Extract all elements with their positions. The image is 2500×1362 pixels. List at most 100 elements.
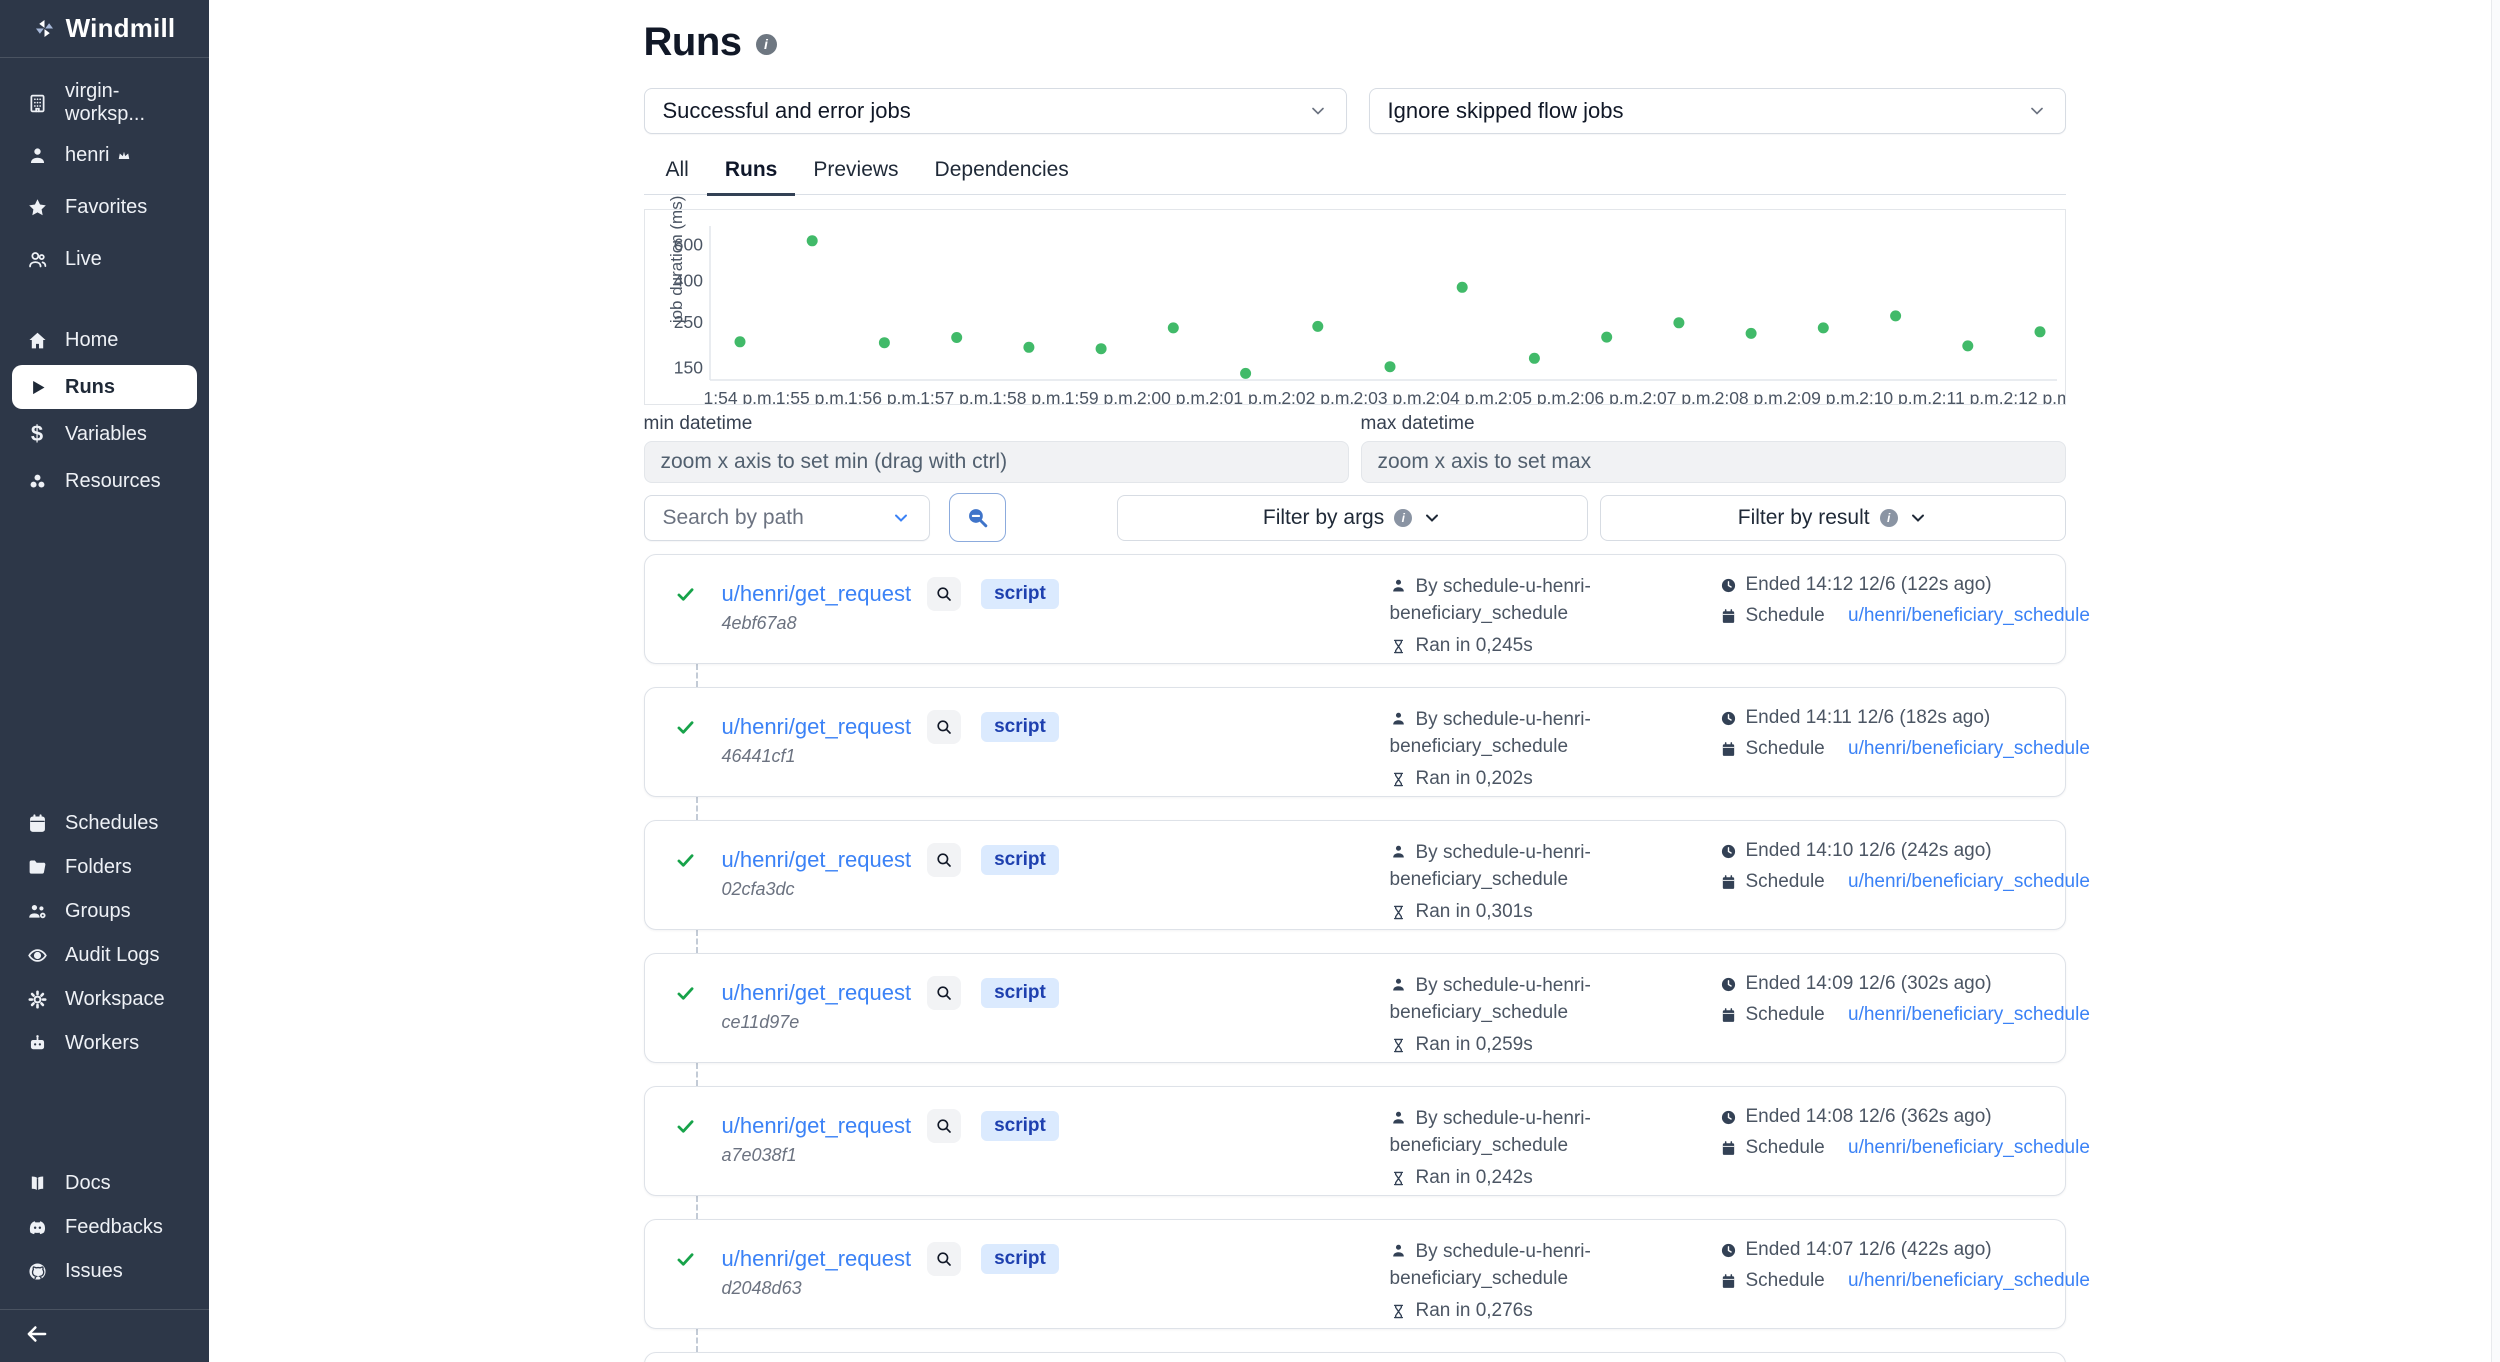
- sidebar-item-favorites[interactable]: Favorites: [12, 184, 197, 230]
- chevron-down-icon: [891, 508, 911, 528]
- schedule-path-link[interactable]: u/henri/beneficiary_schedule: [1848, 871, 2090, 893]
- sidebar-item-groups[interactable]: Groups: [12, 891, 197, 931]
- run-path-link[interactable]: u/henri/get_request: [722, 1246, 912, 1272]
- run-card[interactable]: u/henri/get_request script 02cfa3dc By s…: [644, 820, 2066, 930]
- min-datetime-input[interactable]: [644, 441, 1349, 483]
- run-path-link[interactable]: u/henri/get_request: [722, 581, 912, 607]
- collapse-sidebar-button[interactable]: [24, 1321, 50, 1352]
- svg-text:2:02 p.m.: 2:02 p.m.: [1281, 388, 1354, 404]
- success-check-icon: [675, 850, 696, 871]
- chevron-down-icon: [1908, 508, 1928, 528]
- run-preview-button[interactable]: [927, 577, 961, 611]
- sidebar-item-label: Docs: [65, 1172, 111, 1195]
- run-ended-at: Ended 14:09 12/6 (302s ago): [1720, 973, 2090, 995]
- sidebar-item-audit-logs[interactable]: Audit Logs: [12, 935, 197, 975]
- sidebar-item-issues[interactable]: Issues: [12, 1251, 197, 1291]
- sidebar-item-home[interactable]: Home: [12, 318, 197, 362]
- sidebar-item-runs[interactable]: Runs: [12, 365, 197, 409]
- run-ended-at: Ended 14:08 12/6 (362s ago): [1720, 1106, 2090, 1128]
- run-card[interactable]: u/henri/get_request script ce11d97e By s…: [644, 953, 2066, 1063]
- run-card[interactable]: u/henri/get_request script 4ebf67a8 By s…: [644, 554, 2066, 664]
- run-preview-button[interactable]: [927, 843, 961, 877]
- schedule-path-link[interactable]: u/henri/beneficiary_schedule: [1848, 605, 2090, 627]
- play-icon: [26, 376, 48, 398]
- sidebar-item-schedules[interactable]: Schedules: [12, 803, 197, 843]
- magnifier-icon: [935, 585, 953, 603]
- sidebar-item-live[interactable]: Live: [12, 236, 197, 282]
- skipped-flows-select[interactable]: Ignore skipped flow jobs: [1369, 88, 2066, 134]
- run-connector: [696, 930, 698, 953]
- chevron-down-icon: [1308, 101, 1328, 121]
- info-icon[interactable]: i: [756, 34, 777, 55]
- eye-icon: [26, 944, 48, 966]
- run-path-link[interactable]: u/henri/get_request: [722, 714, 912, 740]
- run-preview-button[interactable]: [927, 1109, 961, 1143]
- run-path-link[interactable]: u/henri/get_request: [722, 847, 912, 873]
- schedule-path-link[interactable]: u/henri/beneficiary_schedule: [1848, 1270, 2090, 1292]
- sidebar-item-resources[interactable]: Resources: [12, 459, 197, 503]
- run-triggered-by: By schedule-u-henri-beneficiary_schedule: [1390, 840, 1630, 894]
- sidebar-item-label: Resources: [65, 470, 161, 493]
- run-preview-button[interactable]: [927, 1242, 961, 1276]
- run-card[interactable]: u/henri/get_request script By schedule-u…: [644, 1352, 2066, 1362]
- sidebar-item-workspace-settings[interactable]: Workspace: [12, 979, 197, 1019]
- sidebar-item-folders[interactable]: Folders: [12, 847, 197, 887]
- sidebar-item-workers[interactable]: Workers: [12, 1023, 197, 1063]
- run-card[interactable]: u/henri/get_request script 46441cf1 By s…: [644, 687, 2066, 797]
- max-datetime-input[interactable]: [1361, 441, 2066, 483]
- job-duration-chart[interactable]: job duration (ms) 6004002501501:54 p.m.1…: [644, 209, 2066, 405]
- calendar-icon: [1720, 1140, 1737, 1157]
- hourglass-icon: [1390, 1303, 1407, 1320]
- sidebar-item-docs[interactable]: Docs: [12, 1163, 197, 1203]
- run-triggered-by: By schedule-u-henri-beneficiary_schedule: [1390, 574, 1630, 628]
- run-preview-button[interactable]: [927, 710, 961, 744]
- job-kind-select[interactable]: Successful and error jobs: [644, 88, 1347, 134]
- schedule-path-link[interactable]: u/henri/beneficiary_schedule: [1848, 738, 2090, 760]
- filter-by-args-button[interactable]: Filter by args i: [1117, 495, 1588, 541]
- run-card[interactable]: u/henri/get_request script d2048d63 By s…: [644, 1219, 2066, 1329]
- run-preview-button[interactable]: [927, 976, 961, 1010]
- runs-tabs: All Runs Previews Dependencies: [644, 150, 2066, 195]
- person-icon: [1390, 710, 1407, 727]
- tab-dependencies[interactable]: Dependencies: [917, 150, 1087, 196]
- dollar-icon: $: [26, 423, 48, 445]
- run-card[interactable]: u/henri/get_request script a7e038f1 By s…: [644, 1086, 2066, 1196]
- run-duration: Ran in 0,202s: [1390, 766, 1630, 793]
- tab-runs[interactable]: Runs: [707, 150, 796, 196]
- person-icon: [1390, 843, 1407, 860]
- page-scrollbar[interactable]: [2491, 0, 2500, 1362]
- app-logo[interactable]: Windmill: [0, 0, 209, 58]
- sidebar-item-feedbacks[interactable]: Feedbacks: [12, 1207, 197, 1247]
- calendar-icon: [1720, 874, 1737, 891]
- sidebar-item-variables[interactable]: $ Variables: [12, 412, 197, 456]
- page-title: Runs: [644, 20, 742, 65]
- sidebar-item-workspace-switcher[interactable]: virgin-worksp...: [12, 80, 197, 126]
- sidebar-item-label: Favorites: [65, 196, 147, 219]
- search-by-path-select[interactable]: Search by path: [644, 495, 931, 541]
- tab-previews[interactable]: Previews: [795, 150, 916, 196]
- person-icon: [1390, 1242, 1407, 1259]
- run-path-link[interactable]: u/henri/get_request: [722, 1113, 912, 1139]
- run-ended-at: Ended 14:11 12/6 (182s ago): [1720, 707, 2090, 729]
- run-kind-badge: script: [981, 1244, 1059, 1274]
- filter-by-result-button[interactable]: Filter by result i: [1600, 495, 2066, 541]
- svg-text:2:09 p.m.: 2:09 p.m.: [1786, 388, 1859, 404]
- sidebar-item-label: Schedules: [65, 812, 158, 835]
- run-id: 46441cf1: [722, 746, 796, 767]
- run-connector: [696, 664, 698, 687]
- svg-text:2:10 p.m.: 2:10 p.m.: [1859, 388, 1932, 404]
- schedule-path-link[interactable]: u/henri/beneficiary_schedule: [1848, 1137, 2090, 1159]
- run-path-link[interactable]: u/henri/get_request: [722, 980, 912, 1006]
- run-duration: Ran in 0,276s: [1390, 1298, 1630, 1325]
- svg-text:2:05 p.m.: 2:05 p.m.: [1497, 388, 1570, 404]
- runs-list: u/henri/get_request script 4ebf67a8 By s…: [644, 554, 2066, 1362]
- success-check-icon: [675, 717, 696, 738]
- filter-by-result-label: Filter by result: [1738, 506, 1870, 530]
- sidebar-item-label: Workers: [65, 1032, 139, 1055]
- schedule-path-link[interactable]: u/henri/beneficiary_schedule: [1848, 1004, 2090, 1026]
- sidebar-item-user[interactable]: henri: [12, 132, 197, 178]
- search-button[interactable]: [949, 493, 1006, 542]
- clock-icon: [1720, 976, 1737, 993]
- run-kind-badge: script: [981, 845, 1059, 875]
- robot-icon: [26, 1032, 48, 1054]
